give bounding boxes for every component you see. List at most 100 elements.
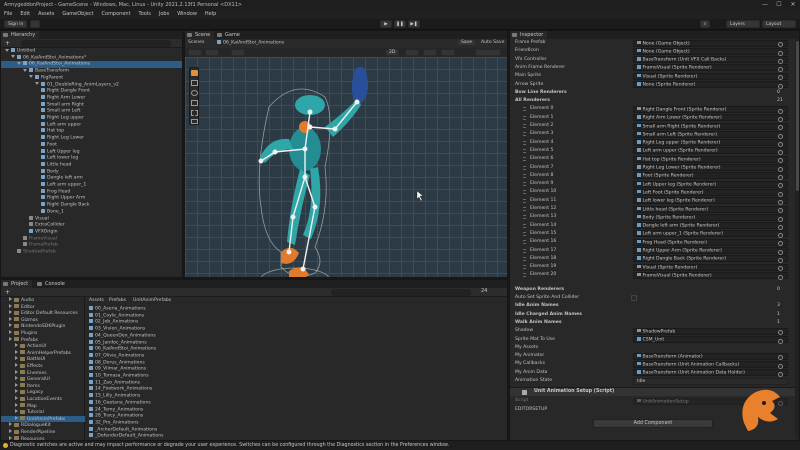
crumb-prefabs[interactable]: Prefabs bbox=[109, 298, 126, 305]
drag-handle-icon[interactable] bbox=[523, 215, 526, 220]
scrollbar-thumb[interactable] bbox=[796, 41, 799, 191]
hierarchy-item[interactable]: Foot bbox=[1, 141, 182, 149]
expand-arrow-icon[interactable] bbox=[9, 297, 12, 301]
step-icon[interactable]: ▶❚ bbox=[408, 20, 420, 28]
hierarchy-item[interactable]: FrameVisual bbox=[1, 235, 182, 243]
drag-handle-icon[interactable] bbox=[523, 273, 526, 278]
hierarchy-item[interactable]: FramePrefab bbox=[1, 242, 182, 249]
add-icon[interactable]: + bbox=[5, 40, 10, 47]
character-sprite[interactable] bbox=[185, 57, 508, 278]
drag-handle-icon[interactable] bbox=[523, 248, 526, 253]
drag-handle-icon[interactable] bbox=[523, 207, 526, 211]
array-size[interactable]: 21 bbox=[777, 97, 783, 105]
hierarchy-item[interactable]: ExtraCollider bbox=[1, 222, 182, 229]
menu-file[interactable]: File bbox=[0, 10, 16, 19]
object-field[interactable]: Little head (Sprite Renderer) bbox=[633, 205, 788, 214]
hierarchy-item[interactable]: Body bbox=[1, 168, 182, 176]
hierarchy-item[interactable]: Left lower leg bbox=[1, 155, 182, 162]
add-component-button[interactable]: Add Component bbox=[593, 418, 713, 428]
object-field[interactable]: Right Arm Lower (Sprite Renderer) bbox=[633, 114, 788, 122]
hierarchy-item[interactable]: Untitled bbox=[1, 48, 182, 55]
expand-arrow-icon[interactable] bbox=[9, 429, 12, 433]
layout-dropdown[interactable]: Layout bbox=[762, 20, 796, 28]
object-field[interactable]: Left Foot (Sprite Renderer) bbox=[633, 188, 788, 197]
hierarchy-item[interactable]: Right Upper Arm bbox=[1, 195, 182, 202]
object-field[interactable]: Small arm Right (Sprite Renderer) bbox=[633, 122, 788, 131]
asset-item[interactable]: 05_Jandoc_Animations bbox=[89, 339, 147, 347]
expand-arrow-icon[interactable] bbox=[15, 356, 18, 361]
asset-item[interactable]: 32_Pro_Animations bbox=[89, 419, 139, 427]
hierarchy-item[interactable]: Right Dangle Back bbox=[1, 202, 182, 209]
drag-handle-icon[interactable] bbox=[523, 231, 526, 236]
object-field[interactable]: None (Sprite Renderer) bbox=[633, 81, 788, 89]
asset-item[interactable]: 10_Tomasa_Animations bbox=[89, 373, 149, 380]
expand-arrow-icon[interactable] bbox=[9, 435, 12, 440]
asset-item[interactable]: 09_Vilmar_Animations bbox=[89, 366, 146, 373]
play-icon[interactable]: ▶ bbox=[380, 20, 392, 28]
object-field[interactable]: Hat top (Sprite Renderer) bbox=[633, 155, 788, 164]
effects-toggle[interactable] bbox=[441, 49, 455, 56]
drag-handle-icon[interactable] bbox=[523, 107, 526, 112]
tab-scene[interactable]: Scene bbox=[185, 31, 215, 39]
tab-console[interactable]: Console bbox=[35, 280, 69, 288]
gizmo-dropdown[interactable] bbox=[205, 49, 219, 56]
expand-arrow-icon[interactable] bbox=[9, 316, 12, 321]
object-field[interactable]: CSM_Unit bbox=[633, 336, 788, 344]
object-field[interactable]: FrameVisual (Sprite Renderer) bbox=[633, 64, 788, 73]
expand-arrow-icon[interactable] bbox=[23, 68, 27, 72]
object-field[interactable]: Right Dangle Back (Sprite Renderer) bbox=[633, 255, 788, 264]
expand-arrow-icon[interactable] bbox=[5, 48, 9, 52]
grid-snap-button[interactable] bbox=[231, 49, 245, 56]
asset-item[interactable]: 00_Aseria_Animations bbox=[89, 306, 146, 313]
draw-mode-dropdown[interactable] bbox=[188, 49, 202, 56]
object-field[interactable]: BaseTransform (Unit Animation Callbacks) bbox=[633, 360, 788, 369]
object-field[interactable]: Body (Sprite Renderer) bbox=[633, 213, 788, 222]
expand-arrow-icon[interactable] bbox=[15, 389, 18, 394]
expand-arrow-icon[interactable] bbox=[15, 363, 18, 367]
expand-arrow-icon[interactable] bbox=[35, 82, 39, 85]
asset-item[interactable]: 14_Footwork_Animations bbox=[89, 386, 152, 393]
drag-handle-icon[interactable] bbox=[523, 240, 526, 245]
hierarchy-item[interactable]: VFXOrigin bbox=[1, 228, 182, 236]
asset-item[interactable]: 08_Dorus_Animations bbox=[89, 359, 145, 367]
object-field[interactable]: BaseTransform (Unit VFX Call Backs) bbox=[633, 56, 788, 64]
expand-arrow-icon[interactable] bbox=[15, 409, 18, 414]
expand-arrow-icon[interactable] bbox=[15, 402, 18, 407]
expand-arrow-icon[interactable] bbox=[15, 396, 18, 400]
expand-arrow-icon[interactable] bbox=[15, 343, 18, 348]
expand-arrow-icon[interactable] bbox=[15, 369, 18, 374]
object-field[interactable]: Right Dangle Front (Sprite Renderer) bbox=[633, 105, 788, 114]
hierarchy-item[interactable]: Small arm Left bbox=[1, 108, 182, 115]
expand-arrow-icon[interactable] bbox=[9, 310, 12, 315]
drag-handle-icon[interactable] bbox=[523, 173, 526, 178]
hierarchy-item[interactable]: Dangle left arm bbox=[1, 175, 182, 182]
hierarchy-item[interactable]: 06_KaiAndStoi_Animations* bbox=[1, 54, 182, 62]
object-field[interactable]: Left lower leg (Sprite Renderer) bbox=[633, 197, 788, 205]
menu-gameobject[interactable]: GameObject bbox=[58, 10, 97, 19]
hierarchy-item[interactable]: Bone_1 bbox=[1, 208, 182, 216]
menu-jobs[interactable]: Jobs bbox=[155, 10, 173, 19]
expand-arrow-icon[interactable] bbox=[9, 330, 12, 334]
drag-handle-icon[interactable] bbox=[523, 223, 526, 228]
hierarchy-item[interactable]: Right Arm Lower bbox=[1, 94, 182, 102]
array-size[interactable]: 3 bbox=[777, 302, 780, 310]
search-icon[interactable]: ⌕ bbox=[700, 20, 710, 28]
hierarchy-item[interactable]: Small arm Right bbox=[1, 101, 182, 109]
project-search-input[interactable] bbox=[331, 289, 471, 296]
object-field[interactable]: Right Leg upper (Sprite Renderer) bbox=[633, 139, 788, 147]
maximize-button[interactable]: ☐ bbox=[772, 0, 786, 10]
asset-item[interactable]: 02_Job_Animations bbox=[89, 319, 138, 326]
drag-handle-icon[interactable] bbox=[523, 148, 526, 153]
hierarchy-item[interactable]: RigParent bbox=[1, 74, 182, 82]
drag-handle-icon[interactable] bbox=[523, 132, 526, 137]
asset-item[interactable]: 03_Vivien_Animations bbox=[89, 326, 145, 333]
hierarchy-item[interactable]: BaseTransform bbox=[1, 68, 182, 75]
array-size[interactable]: 1 bbox=[777, 311, 780, 319]
hierarchy-item[interactable]: Hat top bbox=[1, 128, 182, 135]
signin-button[interactable]: Sign in bbox=[4, 20, 28, 28]
object-picker-icon[interactable] bbox=[778, 274, 783, 280]
auto-set-sprite-checkbox[interactable] bbox=[631, 295, 637, 301]
menu-edit[interactable]: Edit bbox=[16, 10, 34, 19]
autosave-toggle[interactable]: Auto Save bbox=[481, 40, 504, 47]
close-button[interactable]: ✕ bbox=[786, 0, 800, 10]
